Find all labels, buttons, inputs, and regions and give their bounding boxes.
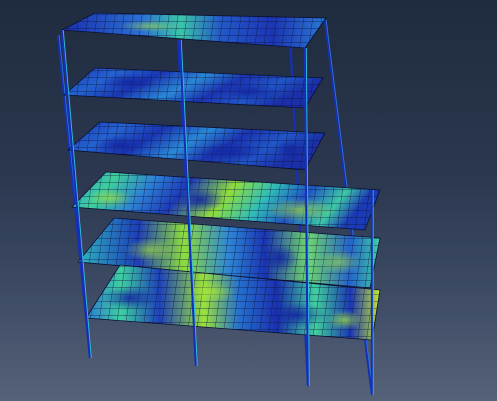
- slab-story-6[interactable]: [60, 12, 327, 49]
- slab-story-5[interactable]: [62, 67, 324, 109]
- building-model-render[interactable]: [0, 0, 497, 401]
- slab-story-4[interactable]: [67, 121, 326, 171]
- fe-viewport[interactable]: [0, 0, 497, 401]
